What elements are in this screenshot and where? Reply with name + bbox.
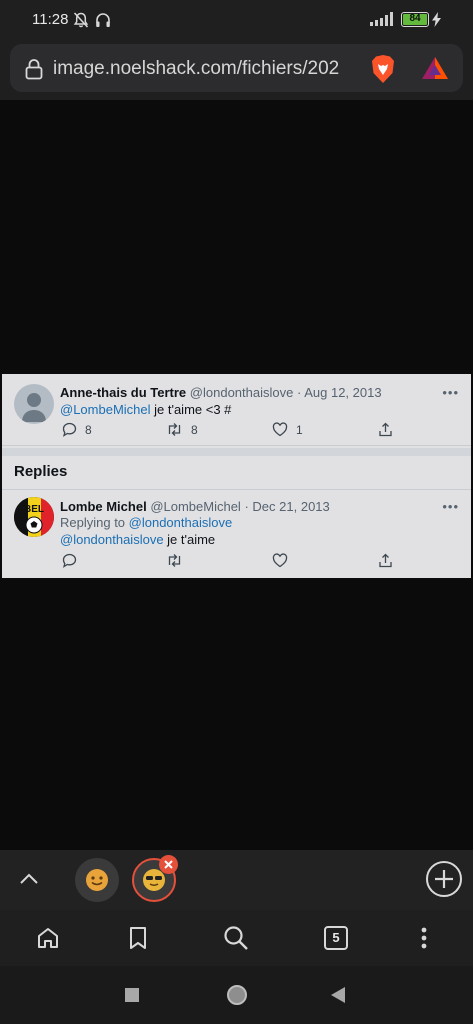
headphones-icon: [96, 13, 110, 27]
reply-icon: [62, 422, 77, 437]
battery-level: 84: [403, 14, 427, 25]
retweet-icon: [168, 554, 181, 567]
reply-header: Lombe Michel @LombeMichel · Dec 21, 2013: [60, 499, 330, 514]
status-time: 11:28: [32, 11, 69, 28]
brave-shields-icon[interactable]: [369, 54, 397, 84]
share-icon: [379, 422, 392, 437]
brave-rewards-icon[interactable]: [421, 56, 449, 80]
search-button[interactable]: [222, 924, 250, 952]
share-button[interactable]: [378, 422, 393, 437]
tab-strip: [0, 850, 473, 910]
lock-icon[interactable]: [24, 58, 44, 80]
heart-icon: [272, 422, 288, 437]
chevron-up-icon[interactable]: [18, 868, 40, 890]
belgium-ball-avatar-icon: BEL: [14, 497, 54, 537]
retweet-button[interactable]: 8: [166, 422, 198, 437]
home-icon: [38, 928, 58, 948]
address-bar[interactable]: image.noelshack.com/fichiers/202: [10, 44, 463, 92]
reply-more-options-icon[interactable]: •••: [442, 499, 459, 514]
default-avatar-icon: [22, 393, 46, 422]
bookmarks-button[interactable]: [124, 924, 152, 952]
reply-author-handle[interactable]: @LombeMichel: [150, 499, 241, 514]
reply-header-separator: ·: [244, 499, 249, 514]
search-icon: [224, 926, 248, 950]
avatar-lettering: BEL: [24, 504, 44, 515]
tweet-text: @LombeMichel je t'aime <3 #: [60, 402, 231, 417]
tab-thumbnail[interactable]: [75, 858, 119, 902]
smiley-favicon-icon: [86, 869, 108, 891]
replying-to-line: Replying to @londonthaislove: [60, 515, 232, 530]
bottom-toolbar: 5: [0, 910, 473, 966]
section-divider: [2, 448, 471, 456]
bookmark-icon: [130, 927, 146, 949]
tweet-header: Anne-thais du Tertre @londonthaislove · …: [60, 385, 382, 400]
reply-reply-button[interactable]: [62, 553, 77, 568]
like-button[interactable]: 1: [272, 422, 303, 437]
retweet-icon: [168, 423, 181, 436]
charging-icon: [432, 12, 441, 27]
signal-icon: [370, 12, 393, 26]
more-options-icon[interactable]: •••: [442, 385, 459, 400]
url-text[interactable]: image.noelshack.com/fichiers/202: [53, 58, 363, 80]
replying-to-link[interactable]: @londonthaislove: [129, 515, 233, 530]
home-nav-icon[interactable]: [226, 984, 248, 1006]
close-tab-button[interactable]: [159, 855, 178, 874]
reply-like-button[interactable]: [272, 553, 288, 568]
close-icon: [164, 860, 173, 869]
recents-icon[interactable]: [125, 988, 139, 1002]
tweet-actions: 8 8 1: [60, 422, 400, 440]
author-handle[interactable]: @londonthaislove: [190, 385, 294, 400]
reply-avatar[interactable]: BEL: [14, 497, 54, 537]
replies-heading: Replies: [14, 463, 68, 480]
reply-retweet-button[interactable]: [166, 553, 183, 568]
mute-bell-icon: [73, 12, 89, 28]
replies-divider: [2, 489, 471, 490]
heart-icon: [272, 553, 288, 568]
mention-link[interactable]: @LombeMichel: [60, 402, 151, 417]
reply-author-name[interactable]: Lombe Michel: [60, 499, 147, 514]
reply-text: @londonthaislove je t'aime: [60, 532, 215, 547]
replying-to-label: Replying to: [60, 515, 129, 530]
share-icon: [379, 553, 392, 568]
tab-count: 5: [324, 926, 348, 950]
reply-date[interactable]: Dec 21, 2013: [252, 499, 329, 514]
reply-share-button[interactable]: [378, 553, 393, 568]
reply-mention-link[interactable]: @londonthaislove: [60, 532, 164, 547]
avatar[interactable]: [14, 384, 54, 424]
reply-count: 8: [85, 422, 92, 437]
like-count: 1: [296, 422, 303, 437]
menu-button[interactable]: [410, 924, 438, 952]
tweet-embed: Anne-thais du Tertre @londonthaislove · …: [2, 374, 471, 578]
plus-icon: [435, 870, 453, 888]
tweet-body-text: je t'aime <3 #: [150, 402, 232, 417]
header-separator: ·: [296, 385, 302, 400]
more-vertical-icon: [421, 927, 427, 949]
reply-icon: [62, 553, 77, 568]
home-button[interactable]: [34, 924, 62, 952]
back-icon[interactable]: [330, 987, 346, 1003]
system-nav-bar: [0, 966, 473, 1024]
status-bar: 11:28 84: [0, 0, 473, 40]
tabs-button[interactable]: 5: [322, 924, 350, 952]
reply-body-text: je t'aime: [163, 532, 216, 547]
original-tweet[interactable]: Anne-thais du Tertre @londonthaislove · …: [2, 374, 471, 446]
author-name[interactable]: Anne-thais du Tertre: [60, 385, 186, 400]
reply-button[interactable]: 8: [62, 422, 92, 437]
reply-actions: [60, 553, 400, 571]
browser-toolbar: image.noelshack.com/fichiers/202: [0, 40, 473, 100]
tweet-date[interactable]: Aug 12, 2013: [304, 385, 381, 400]
battery-icon: 84: [401, 12, 429, 27]
new-tab-button[interactable]: [426, 861, 462, 897]
retweet-count: 8: [191, 422, 198, 437]
